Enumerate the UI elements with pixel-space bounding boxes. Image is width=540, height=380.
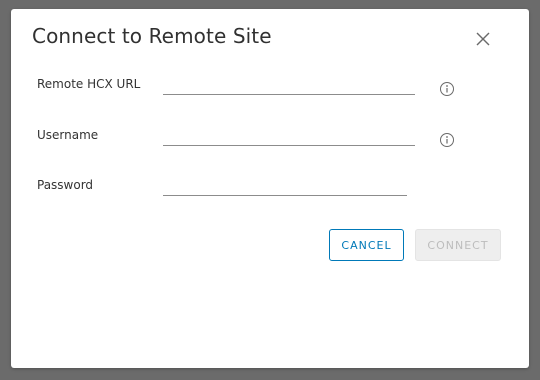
username-input[interactable] bbox=[163, 123, 415, 146]
dialog-title: Connect to Remote Site bbox=[32, 24, 272, 48]
remote-hcx-url-input[interactable] bbox=[163, 72, 415, 95]
username-info-button[interactable] bbox=[439, 132, 455, 148]
username-label: Username bbox=[37, 128, 99, 142]
cancel-button[interactable]: CANCEL bbox=[329, 229, 404, 261]
connect-remote-site-dialog: Connect to Remote Site Remote HCX URL Us… bbox=[11, 9, 529, 368]
remote-hcx-url-info-button[interactable] bbox=[439, 81, 455, 97]
password-label: Password bbox=[37, 178, 94, 192]
password-input[interactable] bbox=[163, 173, 407, 196]
close-button[interactable] bbox=[473, 29, 493, 49]
connect-button[interactable]: CONNECT bbox=[415, 229, 501, 261]
info-icon bbox=[440, 82, 454, 96]
info-icon bbox=[440, 133, 454, 147]
close-icon bbox=[476, 32, 490, 46]
remote-hcx-url-label: Remote HCX URL bbox=[37, 77, 141, 91]
